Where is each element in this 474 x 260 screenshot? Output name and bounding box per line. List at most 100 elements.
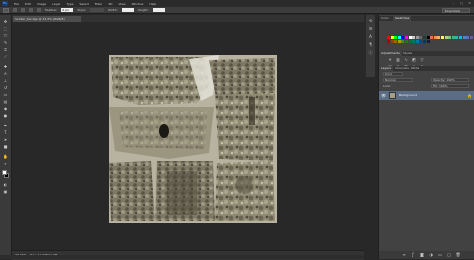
swatch[interactable] [394, 39, 398, 43]
menu-window[interactable]: Window [132, 2, 144, 6]
swatch[interactable] [455, 36, 459, 39]
swatch[interactable] [426, 39, 430, 43]
swatch[interactable] [448, 36, 452, 39]
fx-icon[interactable]: ƒ [410, 252, 416, 258]
swatch[interactable] [405, 39, 408, 43]
tab-color[interactable]: Color [379, 16, 391, 21]
menu-select[interactable]: Select [80, 2, 89, 6]
tool-preset-picker[interactable] [3, 7, 9, 13]
add-selection-icon[interactable] [21, 8, 25, 12]
swatch[interactable] [401, 39, 405, 43]
swatch[interactable] [412, 39, 416, 43]
trash-icon[interactable]: 🗑 [455, 252, 461, 258]
rectangle-icon[interactable]: ■ [2, 144, 9, 150]
layer-row[interactable]: 👁 Background 🔒 [379, 91, 474, 100]
exposure-icon[interactable]: ◩ [411, 57, 417, 62]
menu-view[interactable]: View [118, 2, 125, 6]
swatch[interactable] [412, 36, 416, 39]
tab-paths[interactable]: Paths [409, 66, 421, 71]
visibility-eye-icon[interactable]: 👁 [381, 93, 386, 98]
adjustment-layer-icon[interactable]: ◑ [428, 252, 434, 258]
document-canvas[interactable] [109, 55, 277, 223]
swatch[interactable] [469, 36, 473, 39]
menu-image[interactable]: Image [37, 2, 46, 6]
workspace-select[interactable]: Essentials [442, 8, 470, 13]
opacity-field[interactable]: Opacity: 100% [431, 78, 469, 82]
swatch[interactable] [394, 36, 398, 39]
crop-icon[interactable]: ⌗ [2, 47, 9, 53]
swatch[interactable] [437, 36, 441, 39]
swatch[interactable] [423, 39, 426, 43]
swatch[interactable] [419, 36, 423, 39]
curves-icon[interactable]: ∿ [403, 57, 409, 62]
zoom-icon[interactable]: ⌕ [2, 161, 9, 167]
layer-kind-filter[interactable]: Kind [383, 72, 403, 76]
menu-filter[interactable]: Filter [95, 2, 102, 6]
character-icon[interactable]: A [367, 34, 374, 40]
screen-mode-icon[interactable]: ▣ [2, 189, 9, 195]
type-icon[interactable]: T [2, 130, 9, 136]
minimize-button[interactable]: – [451, 1, 456, 5]
gradient-icon[interactable]: ▤ [2, 99, 9, 105]
width-input[interactable] [121, 8, 134, 12]
swatch[interactable] [405, 36, 408, 39]
clone-stamp-icon[interactable]: ⊥ [2, 78, 9, 84]
swatch[interactable] [462, 36, 466, 39]
swatch[interactable] [390, 36, 394, 39]
hand-icon[interactable]: ✋ [2, 154, 9, 160]
new-layer-icon[interactable]: ▢ [446, 252, 452, 258]
history-icon[interactable]: ⟲ [367, 18, 374, 24]
swatch[interactable] [430, 36, 434, 39]
foreground-color-swatch[interactable] [2, 170, 7, 175]
swatch[interactable] [419, 39, 423, 43]
swatch[interactable] [433, 36, 437, 39]
swatch[interactable] [415, 36, 419, 39]
quick-mask-icon[interactable]: ◐ [2, 182, 9, 188]
menu-edit[interactable]: Edit [25, 2, 31, 6]
swatch[interactable] [408, 39, 412, 43]
pen-icon[interactable]: ✒ [2, 123, 9, 129]
levels-icon[interactable]: ▥ [395, 57, 401, 62]
link-icon[interactable]: ∞ [401, 252, 407, 258]
subtract-selection-icon[interactable] [29, 8, 33, 12]
style-select[interactable] [89, 8, 104, 12]
lasso-icon[interactable]: ➰ [2, 33, 9, 39]
swatch[interactable] [423, 36, 426, 39]
menu-type[interactable]: Type [67, 2, 74, 6]
path-select-icon[interactable]: ➤ [2, 137, 9, 143]
dodge-icon[interactable]: ● [2, 113, 9, 119]
swatch[interactable] [459, 36, 462, 39]
swatch[interactable] [415, 39, 419, 43]
quick-select-icon[interactable]: ✎ [2, 40, 9, 46]
blur-icon[interactable]: ◆ [2, 106, 9, 112]
history-brush-icon[interactable]: ↺ [2, 85, 9, 91]
swatch[interactable] [387, 36, 390, 39]
swatch[interactable] [408, 36, 412, 39]
brightness-icon[interactable]: ☀ [387, 57, 393, 62]
new-selection-icon[interactable] [13, 8, 17, 12]
healing-icon[interactable]: ✚ [2, 64, 9, 70]
tab-adjustments[interactable]: Adjustments [379, 51, 402, 56]
tab-layers[interactable]: Layers [379, 66, 393, 71]
layer-name[interactable]: Background [399, 93, 417, 97]
swatch[interactable] [387, 39, 390, 43]
properties-icon[interactable]: ☰ [367, 26, 374, 32]
swatch[interactable] [397, 36, 401, 39]
swatch[interactable] [451, 36, 455, 39]
maximize-button[interactable]: □ [459, 1, 464, 5]
tab-styles[interactable]: Styles [401, 51, 414, 56]
swatch[interactable] [401, 36, 405, 39]
eyedropper-icon[interactable]: ⟋ [2, 54, 9, 60]
menu-3d[interactable]: 3D [108, 2, 112, 6]
menu-file[interactable]: File [14, 2, 19, 6]
brush-icon[interactable]: ✍ [2, 71, 9, 77]
fill-field[interactable]: Fill: 100% [431, 84, 469, 88]
eraser-icon[interactable]: ▭ [2, 92, 9, 98]
menu-help[interactable]: Help [149, 2, 156, 6]
vibrance-icon[interactable]: ▽ [419, 57, 425, 62]
swatch[interactable] [390, 39, 394, 43]
intersect-selection-icon[interactable] [37, 8, 41, 12]
info-icon[interactable]: ⓘ [367, 50, 374, 56]
mask-icon[interactable]: ◙ [419, 252, 425, 258]
tab-swatches[interactable]: Swatches [393, 16, 412, 21]
